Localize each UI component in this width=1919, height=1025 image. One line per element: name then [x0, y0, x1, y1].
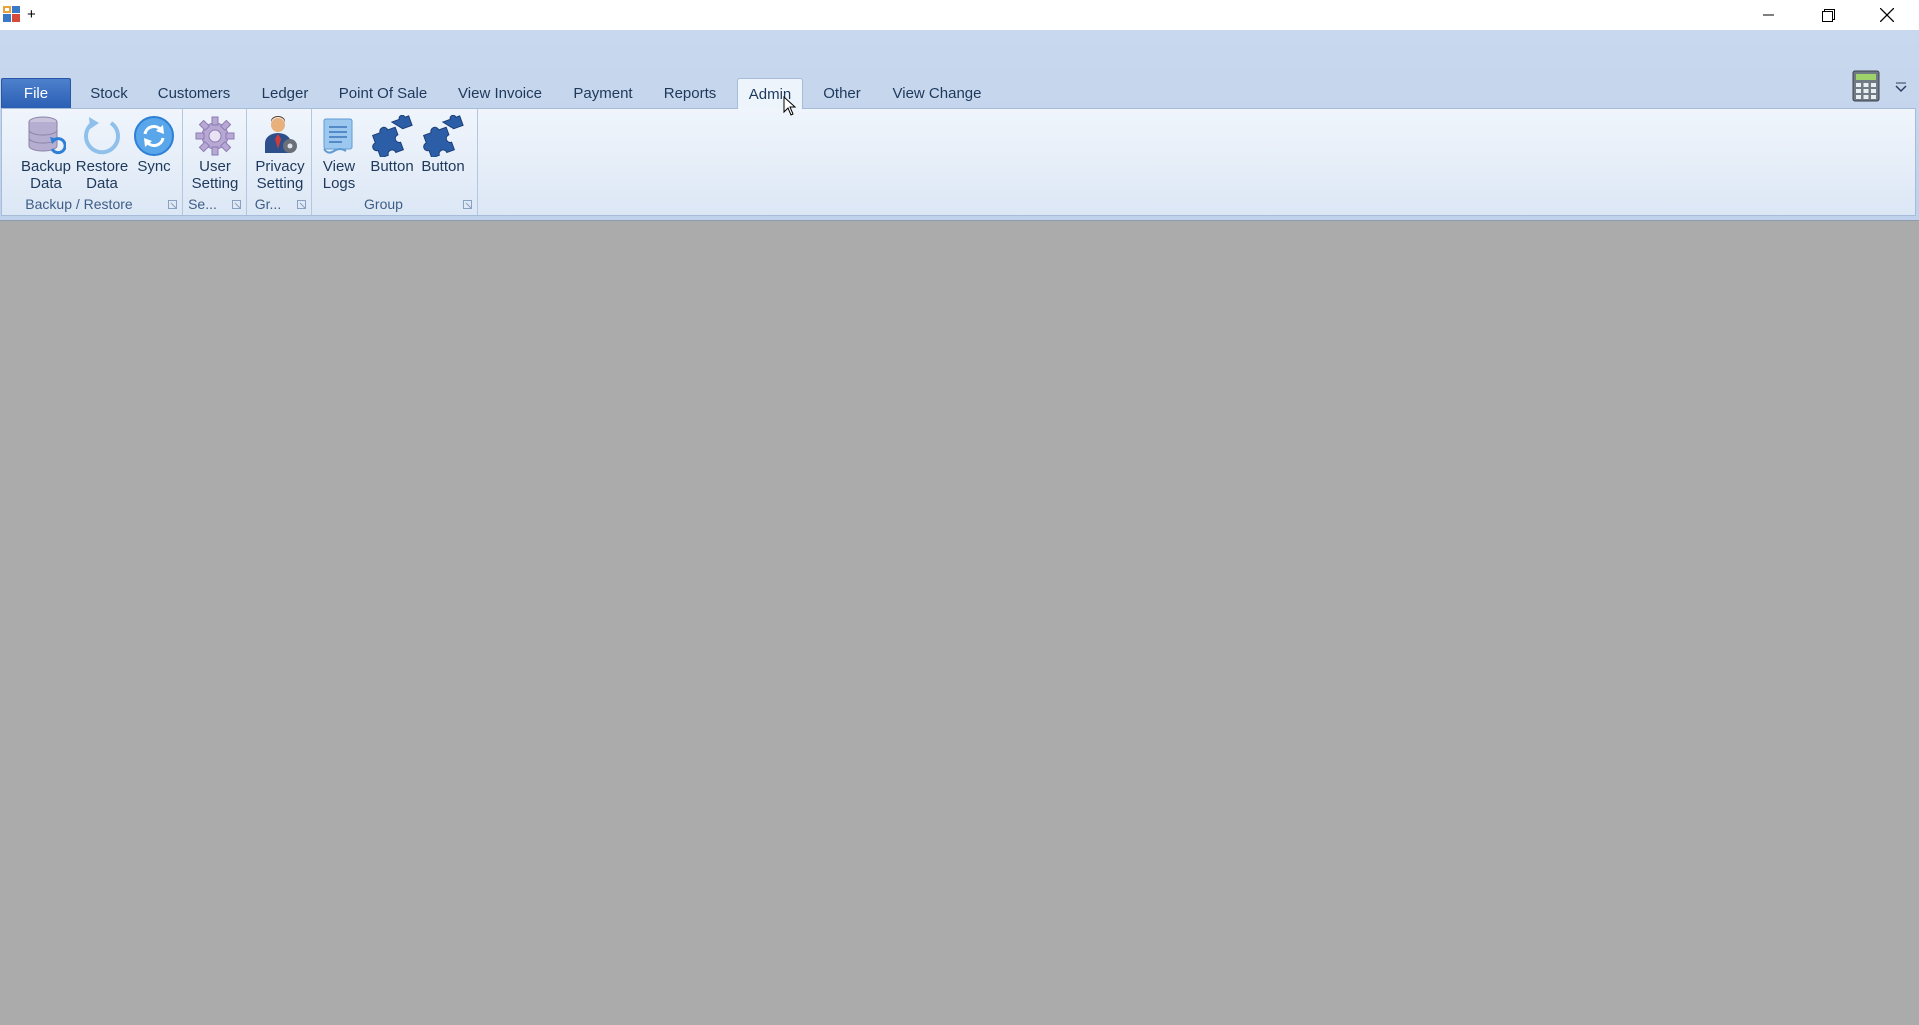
minimize-icon	[1763, 14, 1774, 16]
backup-data-button[interactable]: Backup Data	[21, 115, 71, 192]
dialog-launcher-icon[interactable]	[463, 200, 472, 209]
ribbon-options-chevron-icon[interactable]	[1893, 81, 1909, 95]
sync-button[interactable]: Sync	[132, 115, 176, 175]
button-1[interactable]: Button	[369, 115, 415, 175]
user-settings-icon	[259, 115, 301, 157]
sync-label: Sync	[137, 158, 171, 175]
restore-icon	[81, 115, 123, 157]
close-icon	[1880, 8, 1894, 22]
dialog-launcher-icon[interactable]	[297, 200, 306, 209]
privacy-setting-label: Privacy Setting	[255, 158, 305, 192]
ribbon-panel-admin: Backup Data Restore Data Sync Backup / R…	[1, 108, 1916, 216]
privacy-setting-button[interactable]: Privacy Setting	[252, 115, 308, 192]
group-group: View Logs Button Button Group	[312, 109, 478, 215]
restore-data-label: Restore Data	[75, 158, 129, 192]
database-backup-icon	[25, 115, 67, 157]
button-2[interactable]: Button	[420, 115, 466, 175]
window-title: +	[27, 6, 36, 23]
tab-view-invoice[interactable]: View Invoice	[450, 78, 550, 108]
view-logs-button[interactable]: View Logs	[317, 115, 361, 192]
tab-point-of-sale[interactable]: Point Of Sale	[333, 78, 433, 108]
minimize-button[interactable]	[1740, 0, 1798, 30]
group-settings: User Setting Se...	[183, 109, 247, 215]
view-logs-label: View Logs	[322, 158, 356, 192]
app-icon[interactable]	[3, 6, 21, 23]
tab-customers[interactable]: Customers	[151, 78, 237, 108]
sync-icon	[133, 115, 175, 157]
restore-data-button[interactable]: Restore Data	[76, 115, 128, 192]
user-setting-label: User Setting	[191, 158, 239, 192]
dialog-launcher-icon[interactable]	[168, 200, 177, 209]
ribbon-tabs: File Stock Customers Ledger Point Of Sal…	[0, 78, 1919, 109]
mouse-cursor-icon	[783, 96, 797, 116]
button-1-label: Button	[370, 158, 414, 175]
tab-other[interactable]: Other	[816, 78, 868, 108]
puzzle-icon	[422, 115, 464, 157]
tab-ledger[interactable]: Ledger	[254, 78, 316, 108]
mdi-workspace	[0, 220, 1919, 1025]
ribbon: File Stock Customers Ledger Point Of Sal…	[0, 30, 1919, 220]
backup-data-label: Backup Data	[20, 158, 72, 192]
title-bar: +	[0, 0, 1919, 30]
tab-payment[interactable]: Payment	[566, 78, 640, 108]
calculator-icon[interactable]	[1852, 70, 1880, 102]
group-label-backup-restore: Backup / Restore	[25, 196, 133, 212]
group-label-group: Group	[364, 196, 403, 212]
button-2-label: Button	[421, 158, 465, 175]
user-setting-button[interactable]: User Setting	[190, 115, 240, 192]
restore-window-icon	[1821, 8, 1835, 22]
tab-file[interactable]: File	[1, 78, 71, 108]
logs-icon	[318, 115, 360, 157]
restore-window-button[interactable]	[1799, 0, 1857, 30]
tab-stock[interactable]: Stock	[81, 78, 137, 108]
dialog-launcher-icon[interactable]	[232, 200, 241, 209]
group-privacy: Privacy Setting Gr...	[247, 109, 312, 215]
puzzle-icon	[371, 115, 413, 157]
group-backup-restore: Backup Data Restore Data Sync Backup / R…	[2, 109, 183, 215]
tab-reports[interactable]: Reports	[656, 78, 724, 108]
gear-icon	[194, 115, 236, 157]
tab-view-change[interactable]: View Change	[884, 78, 990, 108]
close-button[interactable]	[1858, 0, 1916, 30]
